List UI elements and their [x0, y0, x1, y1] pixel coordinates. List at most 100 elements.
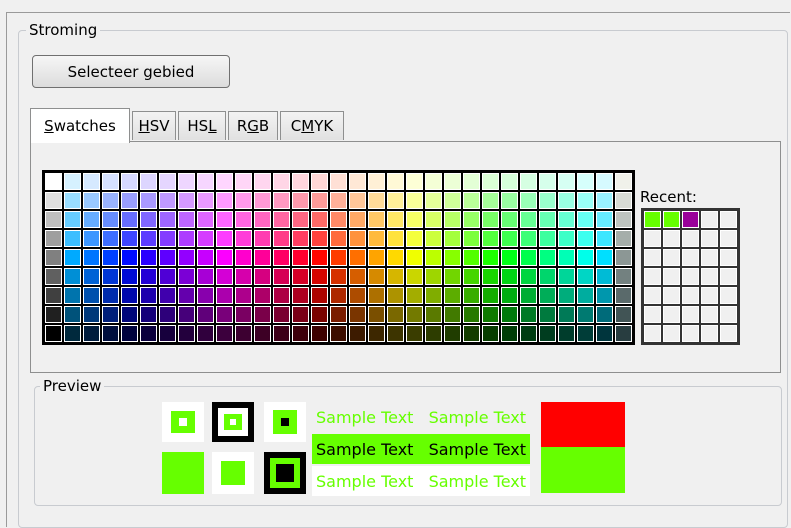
color-swatch[interactable]	[140, 268, 157, 285]
color-swatch[interactable]	[121, 230, 138, 247]
color-swatch[interactable]	[349, 192, 366, 209]
color-swatch[interactable]	[102, 287, 119, 304]
color-swatch[interactable]	[216, 287, 233, 304]
color-swatch[interactable]	[83, 287, 100, 304]
color-swatch[interactable]	[292, 249, 309, 266]
recent-swatch-grid[interactable]	[641, 208, 740, 345]
color-swatch[interactable]	[140, 192, 157, 209]
color-swatch[interactable]	[254, 306, 271, 323]
color-swatch[interactable]	[159, 306, 176, 323]
color-swatch[interactable]	[463, 192, 480, 209]
color-swatch[interactable]	[539, 325, 556, 342]
color-swatch[interactable]	[539, 211, 556, 228]
color-swatch[interactable]	[539, 287, 556, 304]
recent-color-swatch[interactable]	[663, 230, 680, 247]
color-swatch[interactable]	[292, 192, 309, 209]
color-swatch[interactable]	[45, 287, 62, 304]
color-swatch[interactable]	[406, 325, 423, 342]
color-swatch[interactable]	[349, 287, 366, 304]
color-swatch[interactable]	[64, 211, 81, 228]
color-swatch[interactable]	[463, 211, 480, 228]
color-swatch[interactable]	[83, 306, 100, 323]
color-swatch[interactable]	[45, 325, 62, 342]
recent-color-swatch[interactable]	[720, 268, 737, 285]
tab-hsv[interactable]: HSV	[132, 111, 176, 140]
color-swatch[interactable]	[615, 325, 632, 342]
color-swatch[interactable]	[349, 268, 366, 285]
color-swatch[interactable]	[558, 325, 575, 342]
color-swatch[interactable]	[235, 249, 252, 266]
recent-color-swatch[interactable]	[701, 325, 718, 342]
color-swatch[interactable]	[406, 230, 423, 247]
color-swatch[interactable]	[615, 287, 632, 304]
color-swatch[interactable]	[254, 268, 271, 285]
color-swatch[interactable]	[615, 306, 632, 323]
recent-color-swatch[interactable]	[720, 211, 737, 228]
color-swatch[interactable]	[539, 268, 556, 285]
color-swatch[interactable]	[520, 268, 537, 285]
color-swatch[interactable]	[482, 249, 499, 266]
color-swatch[interactable]	[349, 173, 366, 190]
color-swatch[interactable]	[197, 192, 214, 209]
recent-color-swatch[interactable]	[720, 249, 737, 266]
color-swatch[interactable]	[121, 249, 138, 266]
color-swatch[interactable]	[235, 325, 252, 342]
color-swatch[interactable]	[406, 192, 423, 209]
color-swatch[interactable]	[463, 287, 480, 304]
color-swatch[interactable]	[292, 325, 309, 342]
color-swatch[interactable]	[140, 230, 157, 247]
tab-swatches[interactable]: Swatches	[30, 108, 130, 143]
color-swatch[interactable]	[216, 230, 233, 247]
recent-color-swatch[interactable]	[644, 325, 661, 342]
color-swatch[interactable]	[159, 192, 176, 209]
color-swatch[interactable]	[311, 325, 328, 342]
color-swatch[interactable]	[45, 211, 62, 228]
color-swatch[interactable]	[311, 268, 328, 285]
color-swatch[interactable]	[520, 192, 537, 209]
tab-cmyk[interactable]: CMYK	[280, 111, 344, 140]
color-swatch[interactable]	[520, 211, 537, 228]
color-swatch[interactable]	[577, 306, 594, 323]
color-swatch[interactable]	[254, 192, 271, 209]
color-swatch[interactable]	[539, 249, 556, 266]
color-swatch[interactable]	[197, 211, 214, 228]
recent-color-swatch[interactable]	[682, 249, 699, 266]
color-swatch[interactable]	[159, 249, 176, 266]
color-swatch[interactable]	[254, 325, 271, 342]
color-swatch[interactable]	[254, 173, 271, 190]
color-swatch[interactable]	[463, 325, 480, 342]
color-swatch[interactable]	[216, 211, 233, 228]
recent-color-swatch[interactable]	[644, 230, 661, 247]
color-swatch[interactable]	[102, 211, 119, 228]
color-swatch[interactable]	[216, 325, 233, 342]
color-swatch[interactable]	[311, 249, 328, 266]
color-swatch[interactable]	[235, 211, 252, 228]
recent-color-swatch[interactable]	[663, 249, 680, 266]
recent-color-swatch[interactable]	[701, 230, 718, 247]
color-swatch[interactable]	[140, 287, 157, 304]
color-swatch[interactable]	[482, 306, 499, 323]
color-swatch[interactable]	[121, 192, 138, 209]
color-swatch[interactable]	[64, 325, 81, 342]
color-swatch[interactable]	[102, 306, 119, 323]
color-swatch[interactable]	[406, 249, 423, 266]
color-swatch[interactable]	[64, 287, 81, 304]
color-swatch[interactable]	[425, 230, 442, 247]
color-swatch[interactable]	[121, 268, 138, 285]
color-swatch[interactable]	[406, 306, 423, 323]
color-swatch[interactable]	[387, 211, 404, 228]
color-swatch[interactable]	[197, 173, 214, 190]
color-swatch[interactable]	[83, 173, 100, 190]
color-swatch[interactable]	[368, 230, 385, 247]
color-swatch[interactable]	[501, 249, 518, 266]
color-swatch[interactable]	[444, 306, 461, 323]
color-swatch[interactable]	[596, 249, 613, 266]
color-swatch[interactable]	[425, 287, 442, 304]
color-swatch[interactable]	[482, 325, 499, 342]
color-swatch[interactable]	[197, 230, 214, 247]
select-area-button[interactable]: Selecteer gebied	[32, 55, 230, 88]
color-swatch[interactable]	[368, 192, 385, 209]
color-swatch[interactable]	[425, 268, 442, 285]
color-swatch[interactable]	[577, 192, 594, 209]
color-swatch[interactable]	[273, 173, 290, 190]
